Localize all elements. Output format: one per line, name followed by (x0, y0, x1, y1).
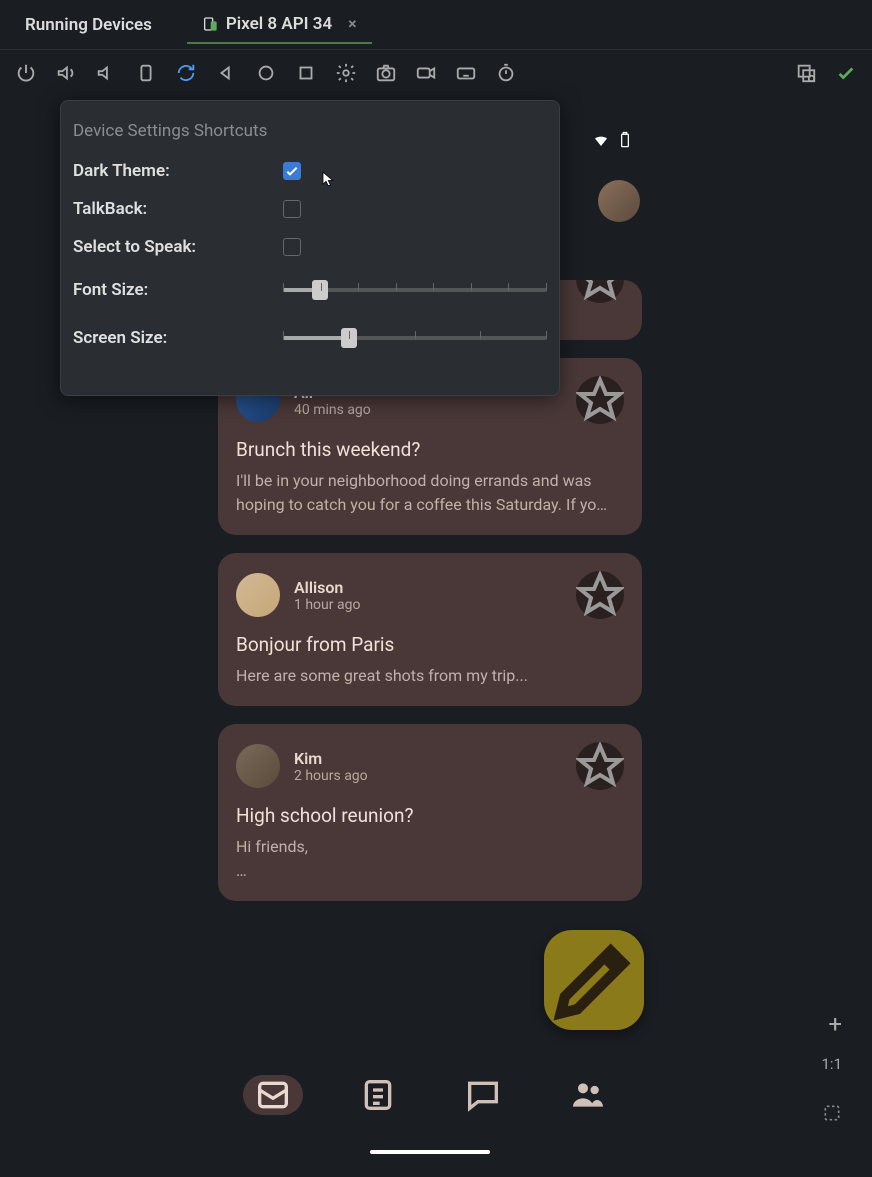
battery-icon (620, 130, 630, 150)
settings-icon[interactable] (335, 62, 357, 84)
email-body: I'll be in your neighborhood doing erran… (236, 469, 624, 517)
nav-people[interactable] (558, 1075, 618, 1115)
top-tabs-bar: Running Devices Pixel 8 API 34 × (0, 0, 872, 50)
timer-icon[interactable] (495, 62, 517, 84)
tab-running-devices[interactable]: Running Devices (10, 7, 167, 43)
volume-down-icon[interactable] (95, 62, 117, 84)
keyboard-icon[interactable] (455, 62, 477, 84)
star-button[interactable] (576, 376, 624, 424)
talkback-label: TalkBack: (73, 199, 283, 219)
nav-chat[interactable] (453, 1075, 513, 1115)
email-body: Hi friends, … (236, 835, 624, 883)
tab-label: Running Devices (25, 15, 152, 35)
dark-theme-checkbox[interactable] (283, 162, 301, 180)
sender-name: Kim (294, 749, 562, 768)
sender-avatar (236, 573, 280, 617)
close-icon[interactable]: × (348, 14, 357, 33)
email-subject: High school reunion? (236, 804, 624, 827)
talkback-row: TalkBack: (73, 199, 547, 219)
devices-icon (202, 16, 218, 32)
video-icon[interactable] (415, 62, 437, 84)
sender-time: 2 hours ago (294, 768, 562, 784)
right-controls: 1:1 (822, 1055, 843, 1127)
nav-inbox[interactable] (243, 1075, 303, 1115)
overview-icon[interactable] (295, 62, 317, 84)
star-button[interactable] (576, 742, 624, 790)
sender-name: Allison (294, 578, 562, 597)
toolbar (0, 50, 872, 95)
cursor-icon (320, 170, 338, 193)
sender-time: 1 hour ago (294, 597, 562, 613)
sender-time: 40 mins ago (294, 402, 562, 418)
tab-device-label: Pixel 8 API 34 (226, 14, 332, 34)
tab-device[interactable]: Pixel 8 API 34 × (187, 6, 372, 44)
check-icon[interactable] (835, 62, 857, 84)
camera-icon[interactable] (375, 62, 397, 84)
fit-screen-icon[interactable] (822, 1103, 842, 1127)
screen-size-slider[interactable] (283, 323, 547, 353)
font-size-slider[interactable] (283, 275, 547, 305)
sender-avatar (236, 744, 280, 788)
font-size-label: Font Size: (73, 280, 283, 300)
talkback-checkbox[interactable] (283, 200, 301, 218)
zoom-in-button[interactable]: + (828, 1010, 842, 1038)
profile-avatar[interactable] (598, 180, 640, 222)
rotate-right-icon[interactable] (175, 62, 197, 84)
select-speak-checkbox[interactable] (283, 238, 301, 256)
email-subject: Bonjour from Paris (236, 633, 624, 656)
email-card[interactable]: Kim 2 hours ago High school reunion? Hi … (218, 724, 642, 901)
home-indicator[interactable] (370, 1150, 490, 1154)
dark-theme-label: Dark Theme: (73, 161, 283, 181)
rotate-left-icon[interactable] (135, 62, 157, 84)
snapshot-icon[interactable] (795, 62, 817, 84)
select-speak-row: Select to Speak: (73, 237, 547, 257)
screen-size-row: Screen Size: (73, 323, 547, 353)
compose-fab[interactable] (544, 930, 644, 1030)
nav-articles[interactable] (348, 1075, 408, 1115)
email-subject: Brunch this weekend? (236, 438, 624, 461)
font-size-row: Font Size: (73, 275, 547, 305)
select-speak-label: Select to Speak: (73, 237, 283, 257)
device-settings-popup: Device Settings Shortcuts Dark Theme: Ta… (60, 100, 560, 396)
star-button[interactable] (576, 571, 624, 619)
power-icon[interactable] (15, 62, 37, 84)
star-button[interactable] (576, 280, 624, 303)
zoom-ratio-button[interactable]: 1:1 (822, 1055, 843, 1073)
back-icon[interactable] (215, 62, 237, 84)
wifi-icon (592, 130, 610, 150)
dark-theme-row: Dark Theme: (73, 161, 547, 181)
email-body: Here are some great shots from my trip..… (236, 664, 624, 688)
email-card[interactable]: Allison 1 hour ago Bonjour from Paris He… (218, 553, 642, 706)
settings-popup-title: Device Settings Shortcuts (73, 121, 547, 141)
bottom-nav (200, 1060, 660, 1130)
home-icon[interactable] (255, 62, 277, 84)
volume-up-icon[interactable] (55, 62, 77, 84)
screen-size-label: Screen Size: (73, 328, 283, 348)
